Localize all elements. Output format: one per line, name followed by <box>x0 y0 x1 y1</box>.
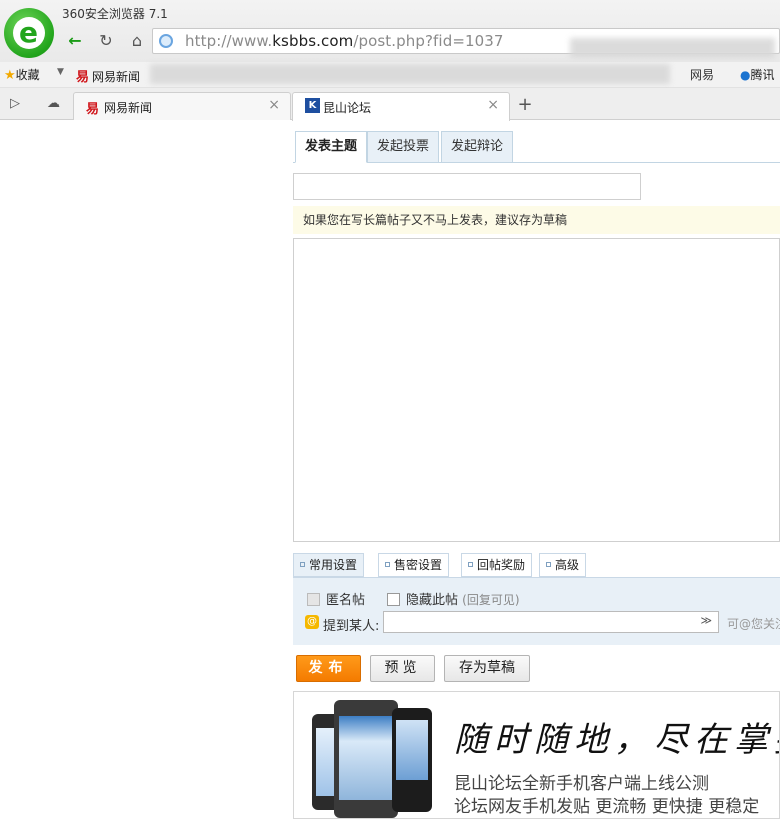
tab-reply-reward[interactable]: 回帖奖励 <box>461 553 533 577</box>
tab-strip: ▷ ☁ 易 网易新闻 × K 昆山论坛 × + <box>0 88 780 121</box>
tab-sale-settings[interactable]: 售密设置 <box>378 553 450 577</box>
bookmarks-bar: ★收藏 ▼ 易网易新闻 网易 ●腾讯 <box>0 62 780 88</box>
home-icon[interactable]: ⌂ <box>124 28 150 54</box>
save-draft-button[interactable]: 存为草稿 <box>444 655 530 682</box>
post-page: 发表主题 发起投票 发起辩论 如果您在写长篇帖子又不马上发表，建议存为草稿 常用… <box>293 122 780 819</box>
mention-icon: @ <box>305 615 319 629</box>
mention-tip: 可@您关注 <box>727 617 780 631</box>
preview-button[interactable]: 预览 <box>370 655 435 682</box>
options-panel: 匿名帖 隐藏此帖 (回复可见) @ 提到某人: ≫ 可@您关注 <box>293 577 780 645</box>
address-text: http://www.ksbbs.com/post.php?fid=1037 <box>185 32 504 50</box>
globe-icon <box>159 34 173 48</box>
cloud-icon[interactable]: ☁ <box>47 96 60 111</box>
close-tab-icon[interactable]: × <box>268 97 280 113</box>
chevron-down-icon[interactable]: ≫ <box>700 614 712 627</box>
ksbbs-favicon-icon: K <box>305 98 320 113</box>
new-tab-button[interactable]: + <box>512 93 538 119</box>
back-arrow-icon[interactable]: ← <box>62 28 88 54</box>
tab-new-poll[interactable]: 发起投票 <box>367 131 440 163</box>
bookmark-netease[interactable]: 易网易新闻 <box>76 66 140 85</box>
browser-logo-icon: e <box>4 8 54 58</box>
banner-line-1: 昆山论坛全新手机客户端上线公测 <box>454 774 709 794</box>
netease-favicon-icon: 易 <box>86 102 100 117</box>
redacted-region <box>570 38 775 58</box>
mention-input[interactable]: ≫ <box>383 611 719 633</box>
publish-button[interactable]: 发布 <box>296 655 361 682</box>
favorites-menu[interactable]: ★收藏 <box>4 66 40 83</box>
post-type-tabs: 发表主题 发起投票 发起辩论 <box>293 131 780 163</box>
browser-titlebar: e 360安全浏览器 7.1 ← ↻ ⌂ http://www.ksbbs.co… <box>0 0 780 62</box>
banner-line-2: 论坛网友手机发贴 更流畅 更快捷 更稳定 <box>454 797 760 817</box>
subject-input[interactable] <box>293 173 641 200</box>
tab-new-debate[interactable]: 发起辩论 <box>441 131 514 163</box>
tab-new-topic[interactable]: 发表主题 <box>295 131 368 163</box>
phone-illustration <box>334 700 398 818</box>
close-tab-icon[interactable]: × <box>487 97 499 113</box>
netease-logo-icon: 易 <box>76 70 90 85</box>
window-title: 360安全浏览器 7.1 <box>62 7 168 21</box>
mention-label: 提到某人: <box>323 619 380 634</box>
favorites-dropdown-icon[interactable]: ▼ <box>57 67 64 77</box>
tab-netease[interactable]: 易 网易新闻 × <box>73 92 291 120</box>
banner-slogan: 随时随地，尽在掌握 <box>454 720 780 760</box>
content-editor[interactable] <box>293 238 780 542</box>
tab-common-settings[interactable]: 常用设置 <box>293 553 365 577</box>
hide-post-checkbox[interactable]: 隐藏此帖 (回复可见) <box>387 589 520 608</box>
redacted-region <box>150 64 670 84</box>
mobile-app-banner[interactable]: 随时随地，尽在掌握 昆山论坛全新手机客户端上线公测 论坛网友手机发贴 更流畅 更… <box>293 691 780 819</box>
favorites-star-icon: ★ <box>4 68 16 83</box>
anonymous-checkbox[interactable]: 匿名帖 <box>307 589 365 608</box>
refresh-icon[interactable]: ↻ <box>93 28 119 54</box>
phone-illustration <box>392 708 432 812</box>
bookmark-netease-2[interactable]: 网易 <box>690 66 714 83</box>
bookmark-tencent[interactable]: ●腾讯 <box>740 66 775 83</box>
sidebar-toggle-icon[interactable]: ▷ <box>10 96 20 111</box>
tab-ksbbs[interactable]: K 昆山论坛 × <box>292 92 510 121</box>
tab-advanced[interactable]: 高级 <box>539 553 587 577</box>
option-tabs: 常用设置 售密设置 回帖奖励 高级 <box>293 553 780 577</box>
draft-hint: 如果您在写长篇帖子又不马上发表，建议存为草稿 <box>293 206 780 234</box>
